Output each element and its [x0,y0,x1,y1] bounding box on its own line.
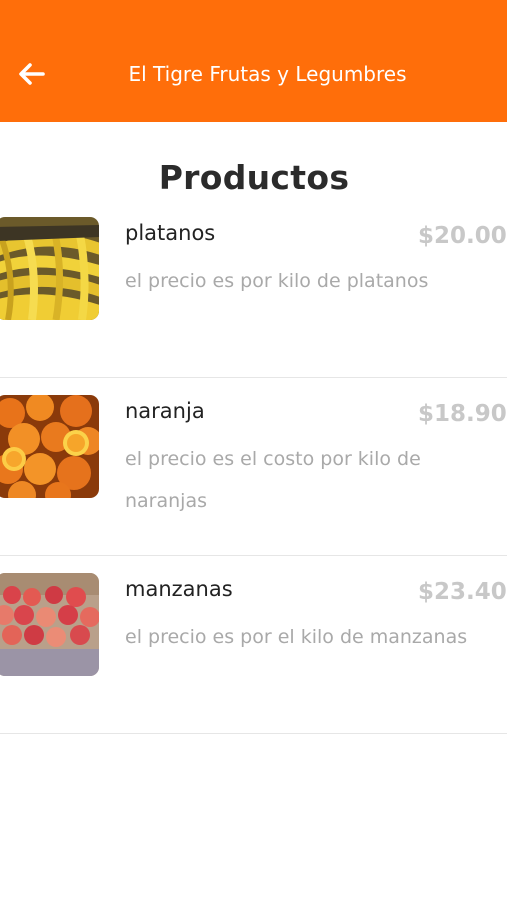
product-description: el precio es por el kilo de manzanas [125,626,468,648]
product-description: el precio es por kilo de platanos [125,270,429,292]
product-name: platanos [125,221,216,245]
product-image-apples [0,573,99,676]
product-price: $20.00 [418,223,507,249]
product-item-manzanas[interactable]: manzanas $23.40 el precio es por el kilo… [0,556,507,734]
product-image-oranges [0,395,99,498]
product-price: $23.40 [418,579,507,605]
product-image-bananas [0,217,99,320]
product-price: $18.90 [418,401,507,427]
product-name: naranja [125,399,205,423]
product-name: manzanas [125,577,233,601]
product-list: platanos $20.00 el precio es por kilo de… [0,200,507,734]
product-item-naranja[interactable]: naranja $18.90 el precio es el costo por… [0,378,507,556]
app-bar: El Tigre Frutas y Legumbres [0,0,507,122]
page-title: Productos [158,158,350,197]
product-description: el precio es el costo por kilo de naranj… [125,448,421,512]
product-item-platanos[interactable]: platanos $20.00 el precio es por kilo de… [0,200,507,378]
app-title: El Tigre Frutas y Legumbres [128,62,407,86]
